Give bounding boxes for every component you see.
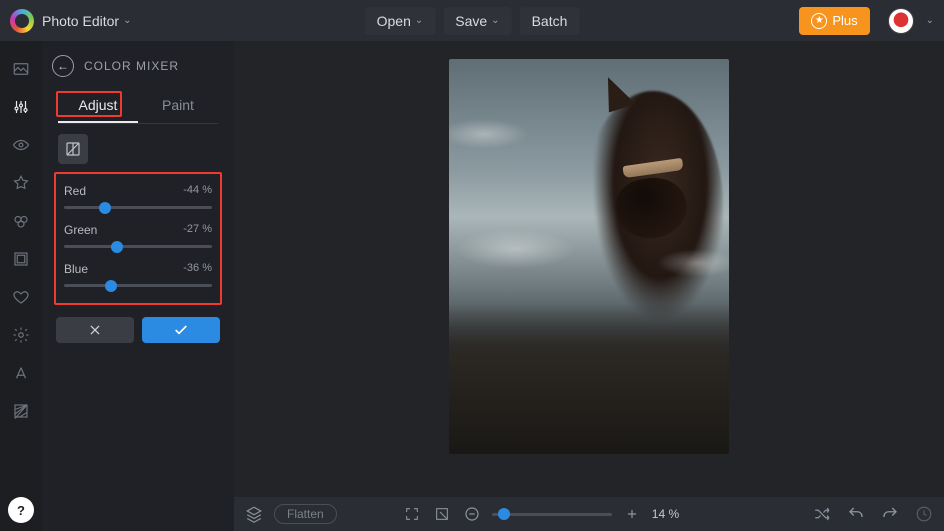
zoom-slider-thumb[interactable] <box>498 508 510 520</box>
slider-thumb-red[interactable] <box>99 202 111 214</box>
canvas-area[interactable] <box>234 41 944 531</box>
canvas-bottom-bar: Flatten 14 % <box>234 497 944 531</box>
star-circle-icon: ★ <box>811 13 827 29</box>
heart-icon[interactable] <box>11 287 31 307</box>
chevron-down-icon: ⌄ <box>123 15 131 26</box>
save-button[interactable]: Save ⌄ <box>443 7 511 35</box>
panel-title: COLOR MIXER <box>84 59 179 73</box>
zoom-in-icon[interactable] <box>622 504 642 524</box>
sliders-highlight-box: Red -44 % Green -27 % Blue - <box>54 172 222 305</box>
slider-thumb-green[interactable] <box>111 241 123 253</box>
redo-icon[interactable] <box>880 504 900 524</box>
slider-track-red[interactable] <box>64 206 212 209</box>
slider-value: -36 % <box>183 262 212 276</box>
history-icon[interactable] <box>914 504 934 524</box>
plus-upgrade-button[interactable]: ★ Plus <box>799 7 869 35</box>
app-name-label: Photo Editor <box>42 13 119 29</box>
frame-icon[interactable] <box>11 249 31 269</box>
eye-icon[interactable] <box>11 135 31 155</box>
batch-button[interactable]: Batch <box>520 7 580 35</box>
slider-green: Green -27 % <box>64 223 212 248</box>
slider-thumb-blue[interactable] <box>105 280 117 292</box>
zoom-slider[interactable] <box>492 513 612 516</box>
decoration <box>449 119 529 149</box>
image-tool-icon[interactable] <box>11 59 31 79</box>
slider-track-blue[interactable] <box>64 284 212 287</box>
text-icon[interactable] <box>11 363 31 383</box>
save-label: Save <box>455 13 487 29</box>
help-button[interactable]: ? <box>8 497 34 523</box>
star-icon[interactable] <box>11 173 31 193</box>
slider-value: -44 % <box>183 184 212 198</box>
zoom-percent-label: 14 % <box>652 507 692 521</box>
gear-icon[interactable] <box>11 325 31 345</box>
batch-label: Batch <box>532 13 568 29</box>
slider-blue: Blue -36 % <box>64 262 212 287</box>
check-icon <box>173 322 189 338</box>
user-avatar[interactable] <box>888 8 914 34</box>
apply-button[interactable] <box>142 317 220 343</box>
back-arrow-button[interactable]: ← <box>52 55 74 77</box>
flatten-button[interactable]: Flatten <box>274 504 337 524</box>
slider-red: Red -44 % <box>64 184 212 209</box>
slider-track-green[interactable] <box>64 245 212 248</box>
decoration <box>622 158 683 178</box>
decoration <box>598 71 635 112</box>
app-name-dropdown[interactable]: Photo Editor ⌄ <box>42 13 131 29</box>
compare-split-icon[interactable] <box>58 134 88 164</box>
fit-screen-icon[interactable] <box>402 504 422 524</box>
close-icon <box>88 323 102 337</box>
decoration <box>612 172 691 243</box>
slider-value: -27 % <box>183 223 212 237</box>
header-center-controls: Open ⌄ Save ⌄ Batch <box>365 7 580 35</box>
effects-icon[interactable] <box>11 211 31 231</box>
cancel-button[interactable] <box>56 317 134 343</box>
decoration <box>657 249 729 277</box>
texture-icon[interactable] <box>11 401 31 421</box>
decoration <box>455 229 575 269</box>
slider-label: Red <box>64 184 86 198</box>
layers-icon[interactable] <box>244 504 264 524</box>
chevron-down-icon: ⌄ <box>491 15 499 26</box>
side-panel: ← COLOR MIXER Adjust Paint Red -44 % <box>42 41 234 531</box>
tab-paint[interactable]: Paint <box>138 89 218 123</box>
plus-label: Plus <box>832 13 857 28</box>
tab-adjust[interactable]: Adjust <box>58 89 138 123</box>
left-tool-rail <box>0 41 42 531</box>
shuffle-icon[interactable] <box>812 504 832 524</box>
zoom-out-icon[interactable] <box>462 504 482 524</box>
slider-label: Blue <box>64 262 88 276</box>
panel-tabs: Adjust Paint <box>58 89 218 124</box>
preview-image <box>449 59 729 454</box>
open-label: Open <box>377 13 411 29</box>
slider-label: Green <box>64 223 97 237</box>
app-logo[interactable] <box>10 9 34 33</box>
undo-icon[interactable] <box>846 504 866 524</box>
app-header: Photo Editor ⌄ Open ⌄ Save ⌄ Batch ★ Plu… <box>0 0 944 41</box>
adjust-sliders-icon[interactable] <box>11 97 31 117</box>
open-button[interactable]: Open ⌄ <box>365 7 436 35</box>
actual-size-icon[interactable] <box>432 504 452 524</box>
chevron-down-icon: ⌄ <box>926 15 934 26</box>
chevron-down-icon: ⌄ <box>415 15 423 26</box>
